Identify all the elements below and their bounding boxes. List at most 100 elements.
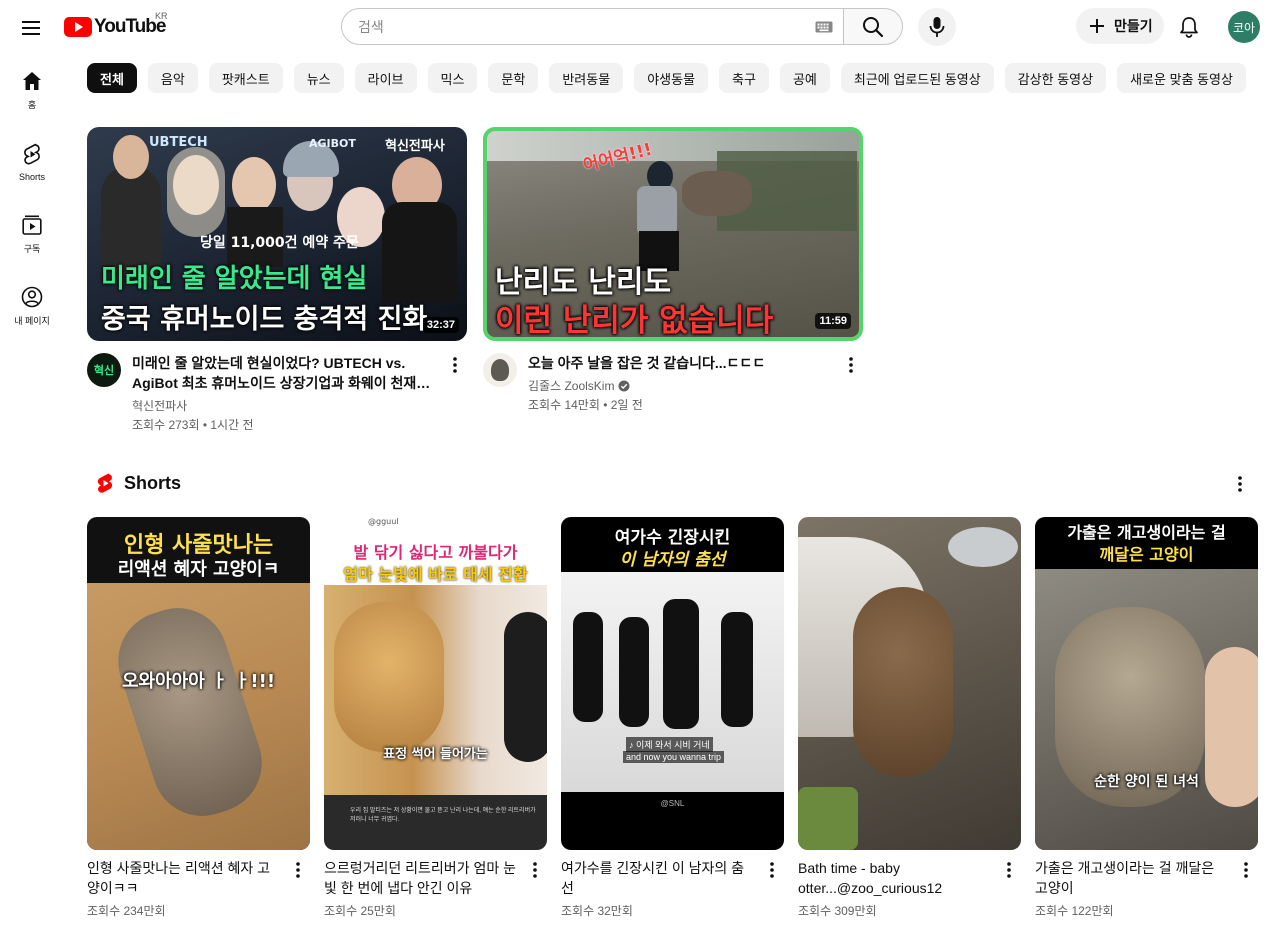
- chip-crafts[interactable]: 공예: [779, 63, 830, 93]
- chip-wildlife[interactable]: 야생동물: [634, 63, 709, 93]
- thumbnail-brand-channel: 혁신전파사: [385, 139, 445, 154]
- short-title[interactable]: 으르렁거리던 리트리버가 엄마 눈빛 한 번에 냅다 안긴 이유: [324, 858, 517, 898]
- shorts-more-button[interactable]: [1228, 472, 1252, 496]
- microphone-icon: [929, 17, 945, 37]
- chip-news[interactable]: 뉴스: [293, 63, 344, 93]
- voice-search-button[interactable]: [918, 8, 956, 46]
- keyboard-icon[interactable]: [815, 21, 833, 33]
- create-label: 만들기: [1114, 18, 1153, 34]
- chip-mix[interactable]: 믹스: [427, 63, 478, 93]
- channel-avatar-text: 혁신: [93, 365, 115, 377]
- account-avatar[interactable]: 코아: [1228, 11, 1260, 43]
- subscriptions-icon: [22, 215, 42, 235]
- short-overlay-line2: 엄마 눈빛에 바로 태세 전환: [343, 565, 528, 584]
- sidebar-item-home[interactable]: 홈: [0, 56, 64, 128]
- short-dancer: [619, 617, 649, 727]
- video-thumbnail[interactable]: UBTECH AGIBOT 혁신전파사 당일 11,000건 예약 주문 미래인…: [87, 127, 467, 341]
- chip-literature[interactable]: 문학: [488, 63, 539, 93]
- short-thumbnail[interactable]: [798, 517, 1021, 850]
- short-dancer: [721, 612, 753, 727]
- short-title[interactable]: 가출은 개고생이라는 걸 깨달은 고양이: [1035, 858, 1228, 898]
- filter-chips: 전체 음악 팟캐스트 뉴스 라이브 믹스 문학 반려동물 야생동물 축구 공예 …: [87, 63, 1246, 95]
- short-meta: 가출은 개고생이라는 걸 깨달은 고양이 조회수 122만회: [1035, 858, 1258, 919]
- video-duration: 11:59: [815, 313, 851, 329]
- chip-soccer[interactable]: 축구: [719, 63, 769, 93]
- channel-avatar[interactable]: 혁신: [87, 353, 121, 387]
- shorts-logo-icon: [97, 473, 113, 493]
- short-thumbnail[interactable]: 여가수 긴장시킨 이 남자의 춤선 ♪ 이제 와서 시비 거네 and now …: [561, 517, 784, 850]
- chip-recently-uploaded[interactable]: 최근에 업로드된 동영상: [840, 63, 994, 93]
- sidebar-item-subscriptions[interactable]: 구독: [0, 200, 64, 272]
- short-overlay-line1: 가출은 개고생이라는 걸: [1067, 523, 1226, 542]
- video-card[interactable]: UBTECH AGIBOT 혁신전파사 당일 11,000건 예약 주문 미래인…: [87, 127, 467, 433]
- short-overlay-comment: 우리 집 말티즈는 저 상황이면 물고 뜯고 난리 나는데, 얘는 순한 리트리…: [350, 808, 536, 823]
- short-thumbnail[interactable]: @gguul 발 닦기 싫다고 까불다가 엄마 눈빛에 바로 태세 전환 표정 …: [324, 517, 547, 850]
- thumbnail-figure: [637, 186, 677, 236]
- sidebar-item-my-page[interactable]: 내 페이지: [0, 272, 64, 344]
- chip-music[interactable]: 음악: [147, 63, 198, 93]
- thumbnail-brand-ubtech: UBTECH: [149, 135, 208, 150]
- short-overlay-line2: 리액션 혜자 고양이ㅋ: [117, 559, 280, 580]
- youtube-logo[interactable]: YouTube: [64, 14, 166, 40]
- chip-watched[interactable]: 감상한 동영상: [1004, 63, 1107, 93]
- video-stats: 조회수 14만회 • 2일 전: [528, 398, 643, 412]
- short-thumbnail[interactable]: 인형 사줄맛나는 리액션 혜자 고양이ㅋ 오와아아아 ㅏ ㅏ!!!: [87, 517, 310, 850]
- short-more-button[interactable]: [1234, 858, 1258, 882]
- video-card[interactable]: 어어억!!! 난리도 난리도 이런 난리가 없습니다 11:59 오늘 아주 날…: [483, 127, 863, 413]
- thumbnail-headline-2: 중국 휴머노이드 충격적 진화: [101, 304, 428, 335]
- more-vertical-icon: [533, 862, 537, 878]
- home-icon: [23, 72, 41, 90]
- short-overlay-handle: @gguul: [368, 517, 399, 526]
- short-title[interactable]: 여가수를 긴장시킨 이 남자의 춤선: [561, 858, 754, 898]
- short-card[interactable]: Bath time - baby otter...@zoo_curious12 …: [798, 517, 1021, 919]
- video-more-button[interactable]: [443, 353, 467, 377]
- channel-name[interactable]: 김줄스 ZoolsKim: [528, 377, 614, 394]
- youtube-play-icon: [64, 17, 92, 37]
- more-vertical-icon: [1007, 862, 1011, 878]
- video-thumbnail[interactable]: 어어억!!! 난리도 난리도 이런 난리가 없습니다 11:59: [483, 127, 863, 341]
- short-more-button[interactable]: [760, 858, 784, 882]
- short-thumbnail[interactable]: 가출은 개고생이라는 걸 깨달은 고양이 순한 양이 된 녀석: [1035, 517, 1258, 850]
- sidebar-item-shorts[interactable]: Shorts: [0, 128, 64, 200]
- short-showerhead: [948, 527, 1018, 567]
- video-title[interactable]: 오늘 아주 날을 잡은 것 같습니다...ㄷㄷㄷ: [528, 353, 833, 373]
- short-title[interactable]: Bath time - baby otter...@zoo_curious12: [798, 858, 991, 898]
- menu-button[interactable]: [16, 12, 48, 44]
- video-title[interactable]: 미래인 줄 알았는데 현실이었다? UBTECH vs. AgiBot 최초 휴…: [132, 353, 437, 393]
- short-card[interactable]: 인형 사줄맛나는 리액션 혜자 고양이ㅋ 오와아아아 ㅏ ㅏ!!! 인형 사줄맛…: [87, 517, 310, 919]
- video-more-button[interactable]: [839, 353, 863, 377]
- channel-name[interactable]: 혁신전파사: [132, 397, 187, 414]
- short-card[interactable]: 여가수 긴장시킨 이 남자의 춤선 ♪ 이제 와서 시비 거네 and now …: [561, 517, 784, 919]
- notifications-button[interactable]: [1172, 10, 1206, 44]
- chip-new-for-you[interactable]: 새로운 맞춤 동영상: [1117, 63, 1246, 93]
- create-button[interactable]: 만들기: [1076, 8, 1164, 44]
- short-meta: 으르렁거리던 리트리버가 엄마 눈빛 한 번에 냅다 안긴 이유 조회수 25만…: [324, 858, 547, 919]
- thumbnail-figure: [167, 147, 225, 237]
- short-overlay-lyric-en: and now you wanna trip: [623, 751, 725, 763]
- chip-pets[interactable]: 반려동물: [549, 63, 624, 93]
- chip-podcast[interactable]: 팟캐스트: [208, 63, 283, 93]
- short-views: 조회수 309만회: [798, 904, 877, 918]
- thumbnail-headline-2: 이런 난리가 없습니다: [495, 303, 774, 339]
- short-dog: [334, 602, 444, 752]
- channel-avatar[interactable]: [483, 353, 517, 387]
- shorts-icon: [24, 143, 40, 165]
- short-more-button[interactable]: [523, 858, 547, 882]
- short-person: [504, 612, 547, 762]
- sidebar: 홈 Shorts 구독 내 페이지: [0, 56, 64, 344]
- short-more-button[interactable]: [286, 858, 310, 882]
- more-vertical-icon: [1244, 862, 1248, 878]
- hamburger-icon: [22, 21, 40, 35]
- chip-live[interactable]: 라이브: [354, 63, 417, 93]
- search-button[interactable]: [843, 8, 903, 45]
- short-card[interactable]: @gguul 발 닦기 싫다고 까불다가 엄마 눈빛에 바로 태세 전환 표정 …: [324, 517, 547, 919]
- short-views: 조회수 122만회: [1035, 904, 1114, 918]
- search-input[interactable]: [358, 18, 798, 35]
- short-views: 조회수 25만회: [324, 904, 396, 918]
- more-vertical-icon: [770, 862, 774, 878]
- short-overlay-line1: 발 닦기 싫다고 까불다가: [353, 543, 518, 562]
- short-more-button[interactable]: [997, 858, 1021, 882]
- short-title[interactable]: 인형 사줄맛나는 리액션 혜자 고양이ㅋㅋ: [87, 858, 280, 898]
- short-card[interactable]: 가출은 개고생이라는 걸 깨달은 고양이 순한 양이 된 녀석 가출은 개고생이…: [1035, 517, 1258, 919]
- chip-all[interactable]: 전체: [87, 63, 137, 93]
